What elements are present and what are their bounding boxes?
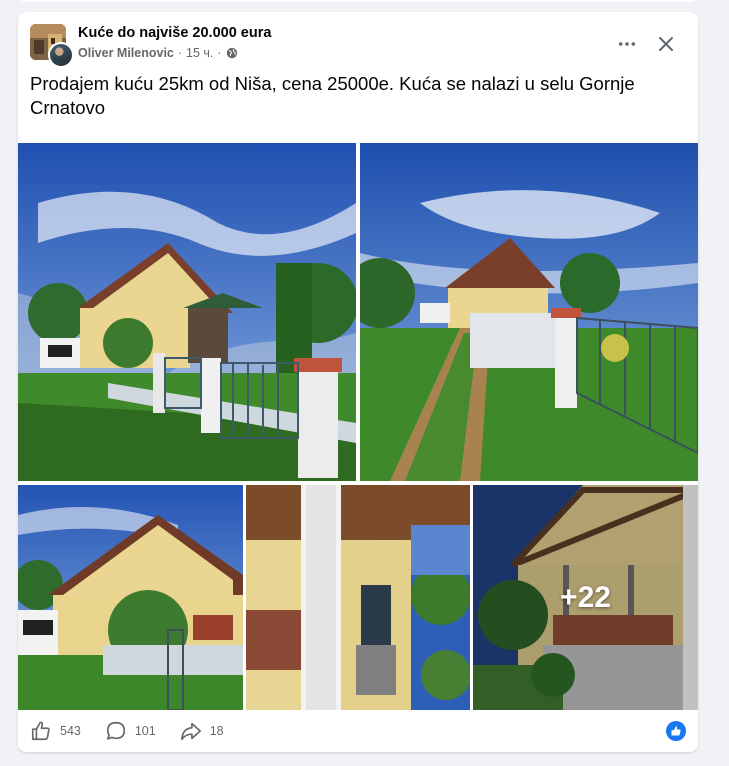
photo-5-more[interactable]: +22	[473, 485, 698, 710]
photo-grid: +22	[18, 143, 698, 710]
photo-4[interactable]	[246, 485, 470, 710]
more-options-button[interactable]	[612, 32, 642, 56]
comment-stat[interactable]: 101	[105, 720, 156, 742]
comment-bubble-icon	[106, 721, 125, 740]
globe-icon	[226, 47, 238, 59]
meta-separator-2: ·	[217, 46, 222, 60]
author-name[interactable]: Oliver Milenovic	[78, 46, 174, 60]
photo-1[interactable]	[18, 143, 356, 481]
post-footer: 543 101 18	[18, 710, 698, 752]
group-name[interactable]: Kuće do najviše 20.000 eura	[78, 25, 271, 41]
thumbs-up-icon	[31, 721, 50, 741]
author-avatar[interactable]	[48, 42, 74, 68]
share-icon	[671, 726, 681, 736]
like-count: 543	[60, 724, 81, 738]
previous-post-edge	[18, 0, 698, 2]
like-stat[interactable]: 543	[30, 720, 81, 742]
comment-count: 101	[134, 724, 156, 738]
more-horizontal-icon	[618, 42, 636, 46]
share-stat[interactable]: 18	[180, 720, 224, 742]
post-text: Prodajem kuću 25km od Niša, cena 25000e.…	[30, 73, 635, 118]
post-time[interactable]: 15 ч.	[186, 46, 213, 60]
photo-3[interactable]	[18, 485, 243, 710]
post-header: Kuće do najviše 20.000 eura Oliver Milen…	[30, 24, 686, 68]
share-button[interactable]	[666, 721, 686, 741]
post-meta: Oliver Milenovic · 15 ч. ·	[78, 46, 238, 60]
close-icon	[659, 37, 673, 51]
share-count: 18	[209, 724, 224, 738]
share-arrow-icon	[180, 722, 201, 741]
more-photos-count: +22	[473, 485, 698, 710]
meta-separator: ·	[177, 46, 183, 60]
photo-2[interactable]	[360, 143, 698, 481]
group-avatar[interactable]	[30, 24, 74, 68]
close-button[interactable]	[650, 28, 682, 60]
post-card: Kuće do najviše 20.000 eura Oliver Milen…	[18, 12, 698, 752]
